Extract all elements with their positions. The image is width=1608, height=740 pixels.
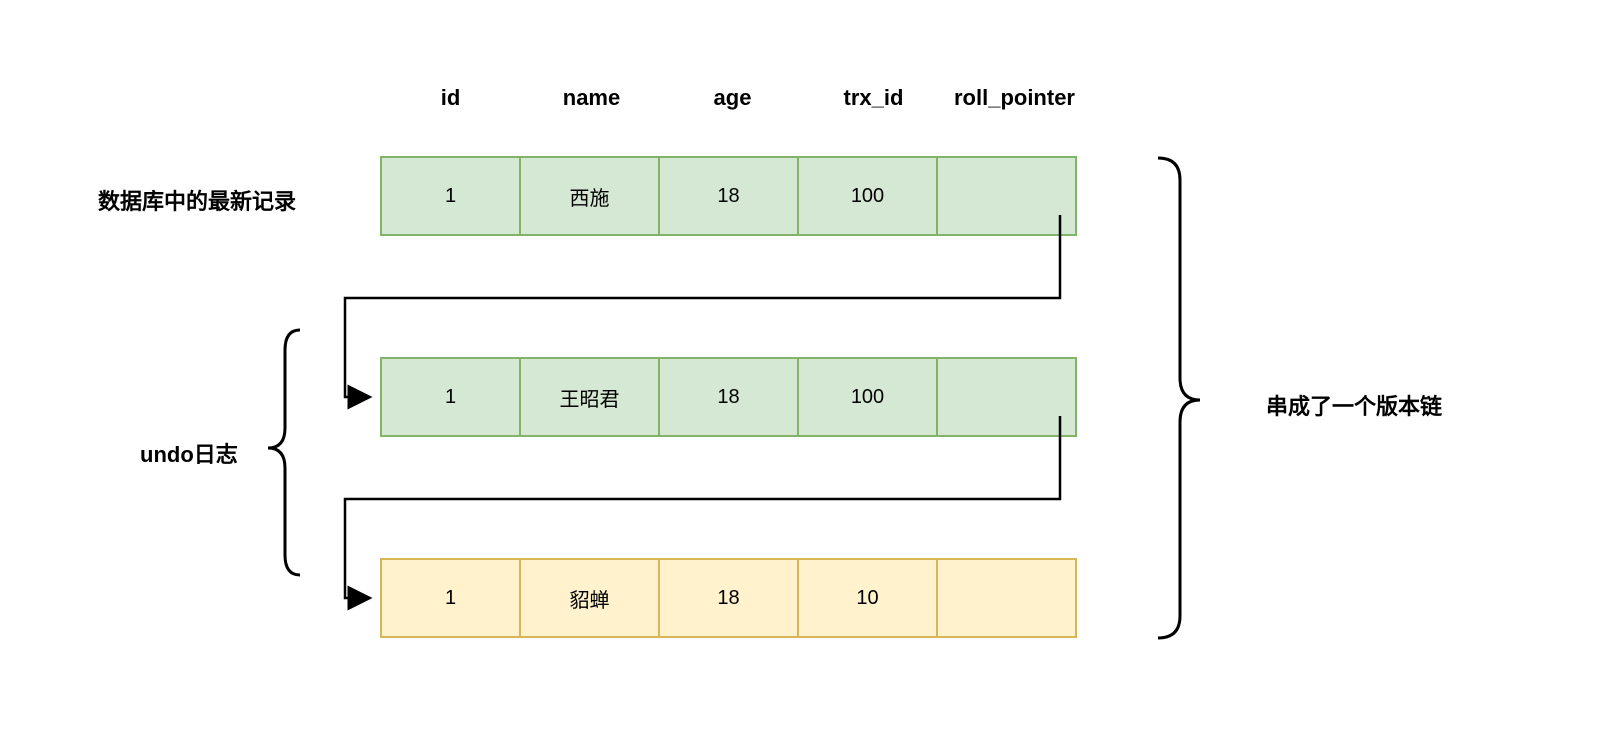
cell: 18 — [658, 156, 799, 236]
cell: 貂蝉 — [519, 558, 660, 638]
table-row: 1 王昭君 18 100 — [380, 357, 1075, 437]
header-age: age — [662, 85, 803, 111]
cell — [936, 357, 1077, 437]
cell: 1 — [380, 357, 521, 437]
header-trxid: trx_id — [803, 85, 944, 111]
cell: 王昭君 — [519, 357, 660, 437]
column-headers: id name age trx_id roll_pointer — [380, 85, 1085, 111]
header-id: id — [380, 85, 521, 111]
cell — [936, 558, 1077, 638]
header-name: name — [521, 85, 662, 111]
cell: 1 — [380, 156, 521, 236]
cell: 10 — [797, 558, 938, 638]
cell: 100 — [797, 357, 938, 437]
label-undo-log: undo日志 — [140, 437, 238, 469]
label-version-chain: 串成了一个版本链 — [1266, 389, 1442, 421]
cell: 100 — [797, 156, 938, 236]
table-row: 1 西施 18 100 — [380, 156, 1075, 236]
cell: 18 — [658, 558, 799, 638]
brace-left-icon — [268, 330, 300, 575]
cell: 西施 — [519, 156, 660, 236]
diagram-stage: id name age trx_id roll_pointer 数据库中的最新记… — [0, 0, 1608, 740]
cell: 18 — [658, 357, 799, 437]
brace-right-icon — [1158, 158, 1200, 638]
cell — [936, 156, 1077, 236]
cell: 1 — [380, 558, 521, 638]
table-row: 1 貂蝉 18 10 — [380, 558, 1075, 638]
label-latest-record: 数据库中的最新记录 — [98, 184, 296, 216]
header-rollpointer: roll_pointer — [944, 85, 1085, 111]
